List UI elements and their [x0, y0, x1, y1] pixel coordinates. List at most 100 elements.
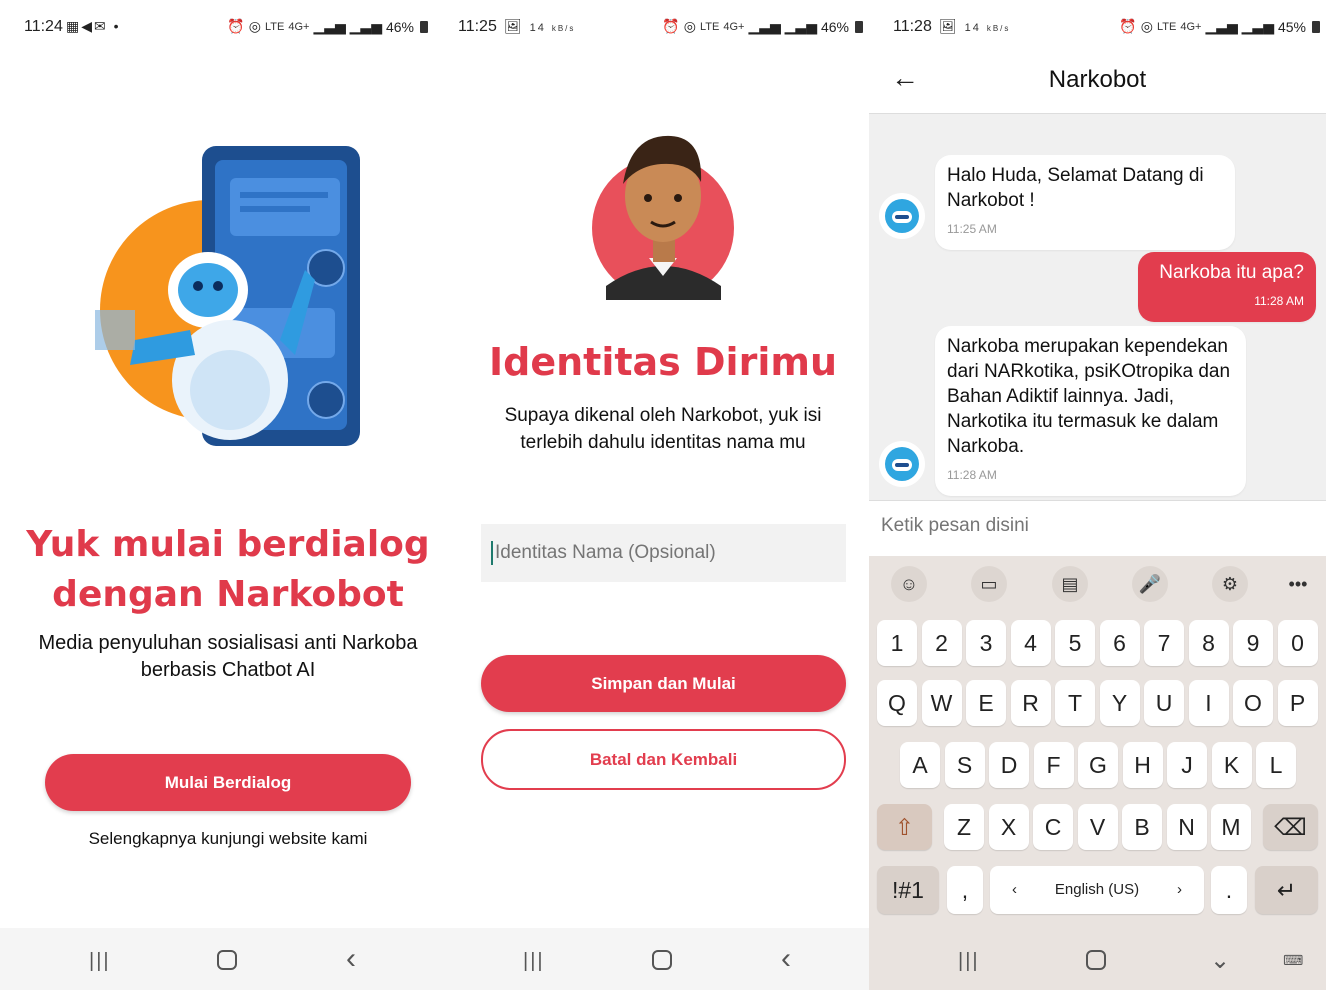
key-l[interactable]: L — [1256, 742, 1296, 788]
alarm-icon: ⏰ — [1119, 18, 1137, 34]
home-icon[interactable] — [1086, 950, 1106, 970]
robot-phone-illustration — [95, 146, 360, 446]
key-8[interactable]: 8 — [1188, 620, 1229, 666]
chevron-left-icon: ‹ — [1012, 881, 1017, 898]
key-h[interactable]: H — [1122, 742, 1163, 788]
key-a[interactable]: A — [900, 742, 940, 788]
battery-percent: 46% — [820, 18, 849, 35]
key-x[interactable]: X — [988, 804, 1029, 850]
website-link[interactable]: Selengkapnya kunjungi website kami — [0, 829, 434, 849]
microphone-icon[interactable]: 🎤 — [1132, 566, 1168, 602]
more-icon[interactable]: ••• — [1280, 566, 1316, 602]
symbols-key[interactable]: !#1 — [877, 866, 939, 914]
key-e[interactable]: E — [966, 680, 1006, 726]
gallery-icon: 🖼 — [504, 18, 524, 34]
key-v[interactable]: V — [1077, 804, 1118, 850]
signal-icon: ▁▃▅ ▁▃▅ — [1205, 18, 1274, 34]
page-title: Yuk mulai berdialog dengan Narkobot — [0, 520, 434, 620]
key-3[interactable]: 3 — [966, 620, 1006, 666]
status-bar: 11:28 🖼 14 kB/s ⏰ ◎ LTE 4G+ ▁▃▅ ▁▃▅ 45% — [869, 0, 1326, 54]
key-k[interactable]: K — [1211, 742, 1252, 788]
back-icon[interactable]: ‹ — [781, 942, 791, 976]
key-j[interactable]: J — [1167, 742, 1207, 788]
bot-avatar — [879, 441, 925, 487]
period-key[interactable]: . — [1211, 866, 1247, 914]
speed-unit: kB/s — [986, 24, 1011, 33]
keyboard-mode-icon[interactable]: ▤ — [1052, 566, 1088, 602]
key-9[interactable]: 9 — [1233, 620, 1273, 666]
shift-key[interactable]: ⇧ — [877, 804, 932, 850]
key-c[interactable]: C — [1033, 804, 1073, 850]
key-g[interactable]: G — [1078, 742, 1118, 788]
recents-icon[interactable]: ||| — [523, 950, 545, 973]
key-d[interactable]: D — [989, 742, 1029, 788]
start-dialog-button[interactable]: Mulai Berdialog — [45, 754, 411, 811]
message-input[interactable] — [881, 515, 1301, 537]
emoji-icon[interactable]: ☺ — [891, 566, 927, 602]
key-r[interactable]: R — [1010, 680, 1051, 726]
4g-icon: 4G+ — [1180, 20, 1202, 33]
compose-bar — [869, 500, 1326, 556]
clipboard-icon[interactable]: ▭ — [971, 566, 1007, 602]
key-m[interactable]: M — [1211, 804, 1251, 850]
key-y[interactable]: Y — [1099, 680, 1140, 726]
settings-gear-icon[interactable]: ⚙ — [1212, 566, 1248, 602]
speed-value: 14 — [529, 22, 546, 34]
key-q[interactable]: Q — [877, 680, 917, 726]
key-2[interactable]: 2 — [921, 620, 962, 666]
key-n[interactable]: N — [1166, 804, 1207, 850]
cancel-and-back-button[interactable]: Batal dan Kembali — [481, 729, 846, 790]
identity-screen: 11:25 🖼 14 kB/s ⏰ ◎ LTE 4G+ ▁▃▅ ▁▃▅ 46% … — [434, 0, 869, 990]
text-cursor — [491, 541, 493, 565]
key-s[interactable]: S — [944, 742, 985, 788]
save-and-start-button[interactable]: Simpan dan Mulai — [481, 655, 846, 712]
status-time: 11:25 — [458, 18, 497, 35]
system-nav-bar: ||| ‹ — [434, 928, 869, 990]
subtitle-line-1: Media penyuluhan sosialisasi anti Narkob… — [38, 632, 418, 654]
signal-icon: ▁▃▅ ▁▃▅ — [313, 18, 382, 34]
key-4[interactable]: 4 — [1010, 620, 1051, 666]
status-right: ⏰ ◎ LTE 4G+ ▁▃▅ ▁▃▅ 46% — [227, 18, 428, 35]
key-z[interactable]: Z — [944, 804, 984, 850]
space-language-key[interactable]: ‹ English (US) › — [990, 866, 1204, 914]
identity-name-input[interactable] — [481, 524, 846, 582]
keyboard-switch-icon[interactable]: ⌨ — [1283, 952, 1305, 969]
message-text: Halo Huda, Selamat Datang di Narkobot ! — [947, 165, 1204, 211]
hotspot-icon: ◎ — [683, 18, 696, 34]
home-icon[interactable] — [217, 950, 237, 970]
key-5[interactable]: 5 — [1055, 620, 1095, 666]
chat-app-bar: ← Narkobot — [869, 54, 1326, 114]
hotspot-icon: ◎ — [248, 18, 261, 34]
home-icon[interactable] — [652, 950, 672, 970]
key-p[interactable]: P — [1277, 680, 1318, 726]
key-b[interactable]: B — [1122, 804, 1162, 850]
key-7[interactable]: 7 — [1144, 620, 1184, 666]
bot-message: Narkoba merupakan kependekan dari NARkot… — [935, 326, 1246, 496]
key-6[interactable]: 6 — [1099, 620, 1140, 666]
status-time: 11:28 — [893, 18, 932, 35]
key-o[interactable]: O — [1233, 680, 1273, 726]
subtitle-line-2: berbasis Chatbot AI — [140, 659, 316, 681]
system-nav-bar: ||| ⌄ ⌨ — [869, 928, 1326, 990]
key-i[interactable]: I — [1188, 680, 1229, 726]
recents-icon[interactable]: ||| — [89, 950, 111, 973]
key-f[interactable]: F — [1033, 742, 1074, 788]
volte-icon: LTE — [1157, 20, 1177, 33]
chat-screen: 11:28 🖼 14 kB/s ⏰ ◎ LTE 4G+ ▁▃▅ ▁▃▅ 45% … — [869, 0, 1326, 990]
signal-icon: ▁▃▅ ▁▃▅ — [748, 18, 817, 34]
recents-icon[interactable]: ||| — [958, 950, 980, 973]
key-0[interactable]: 0 — [1277, 620, 1318, 666]
back-icon[interactable]: ‹ — [346, 942, 356, 976]
backspace-key[interactable]: ⌫ — [1263, 804, 1318, 850]
volte-icon: LTE — [265, 20, 285, 33]
key-u[interactable]: U — [1144, 680, 1184, 726]
comma-key[interactable]: , — [947, 866, 983, 914]
key-t[interactable]: T — [1055, 680, 1095, 726]
key-1[interactable]: 1 — [877, 620, 917, 666]
robot-icon — [885, 447, 919, 481]
key-w[interactable]: W — [921, 680, 962, 726]
enter-key[interactable]: ↵ — [1255, 866, 1318, 914]
alarm-icon: ⏰ — [662, 18, 680, 34]
hide-keyboard-icon[interactable]: ⌄ — [1210, 946, 1230, 975]
status-bar: 11:25 🖼 14 kB/s ⏰ ◎ LTE 4G+ ▁▃▅ ▁▃▅ 46% — [434, 0, 869, 54]
